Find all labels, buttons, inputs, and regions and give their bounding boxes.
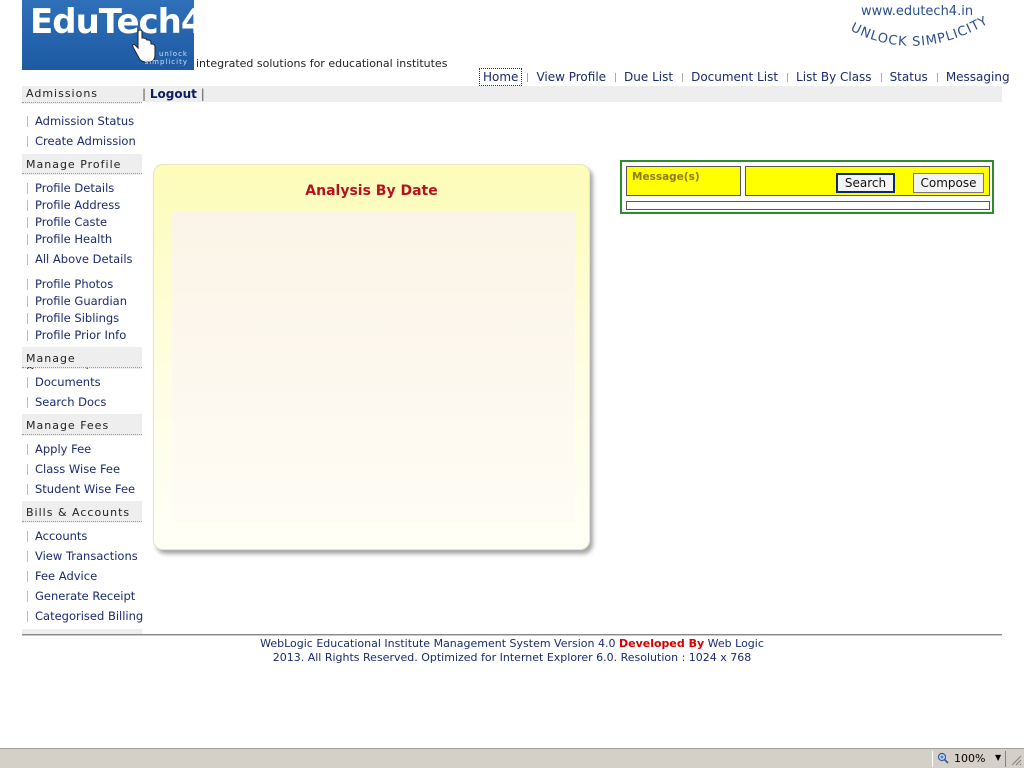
topnav-due-list[interactable]: Due List xyxy=(615,70,682,84)
topnav-messaging[interactable]: Messaging xyxy=(936,70,1019,84)
logout-pipe-left: | xyxy=(142,87,147,101)
message-list[interactable] xyxy=(626,201,990,210)
footer-divider xyxy=(22,634,1002,636)
sidebar-item-profile-caste[interactable]: Profile Caste xyxy=(27,215,107,229)
footer-line-1: WebLogic Educational Institute Managemen… xyxy=(22,637,1002,651)
topnav-list-by-class[interactable]: List By Class xyxy=(787,70,881,84)
sidebar-item-generate-receipt[interactable]: Generate Receipt xyxy=(27,589,135,603)
footer-line-2: 2013. All Rights Reserved. Optimized for… xyxy=(272,651,752,664)
topnav-view-profile[interactable]: View Profile xyxy=(527,70,615,84)
logo-text: EduTech4 xyxy=(30,2,194,42)
sidebar-item-fee-advice[interactable]: Fee Advice xyxy=(27,569,97,583)
topnav-home[interactable]: Home xyxy=(478,68,523,86)
message-label: Message(s) xyxy=(632,171,700,183)
browser-status-bar: 100% ▼ xyxy=(0,748,1024,768)
chevron-down-icon[interactable]: ▼ xyxy=(995,753,1001,762)
footer-developed-by: Developed By xyxy=(619,637,705,650)
zoom-icon xyxy=(937,752,949,764)
message-box: Message(s) Search Compose xyxy=(620,160,994,214)
sidebar-group-manage-document: Documents Search Docs xyxy=(22,369,142,414)
footer-product: WebLogic Educational Institute Managemen… xyxy=(260,637,616,650)
sidebar-group-bills-accounts: Accounts View Transactions Fee Advice Ge… xyxy=(22,523,143,629)
message-label-box: Message(s) xyxy=(626,166,741,196)
compose-button[interactable]: Compose xyxy=(913,173,984,193)
logout-link[interactable]: Logout xyxy=(150,87,197,101)
sidebar-heading-manage-profile: Manage Profile xyxy=(26,158,122,171)
sidebar-heading-admissions: Admissions xyxy=(26,87,99,100)
analysis-panel: Analysis By Date xyxy=(153,164,590,550)
slogan-text: UNLOCK SIMPLICITY xyxy=(848,16,990,50)
footer-company: Web Logic xyxy=(707,637,764,650)
sidebar-item-profile-guardian[interactable]: Profile Guardian xyxy=(27,294,127,308)
sidebar-item-class-wise-fee[interactable]: Class Wise Fee xyxy=(27,462,120,476)
logo-tagline: unlock simplicity xyxy=(145,50,188,66)
zoom-control[interactable]: 100% ▼ xyxy=(932,751,1006,767)
analysis-content-area xyxy=(172,212,575,522)
sidebar-group-manage-fees: Apply Fee Class Wise Fee Student Wise Fe… xyxy=(22,436,142,501)
svg-text:UNLOCK SIMPLICITY: UNLOCK SIMPLICITY xyxy=(848,16,991,50)
sidebar-item-profile-siblings[interactable]: Profile Siblings xyxy=(27,311,119,325)
sidebar-item-all-above-details[interactable]: All Above Details xyxy=(27,252,133,266)
sidebar-item-profile-address[interactable]: Profile Address xyxy=(27,198,120,212)
sidebar: Admissions Admission Status Create Admis… xyxy=(22,86,143,634)
sidebar-item-categorised-billing[interactable]: Categorised Billing xyxy=(27,609,143,623)
sidebar-item-profile-details[interactable]: Profile Details xyxy=(27,181,114,195)
edutech4-logo[interactable]: EduTech4 unlock simplicity xyxy=(22,0,194,70)
sidebar-item-view-transactions[interactable]: View Transactions xyxy=(27,549,138,563)
message-actions: Search Compose xyxy=(745,166,990,196)
sidebar-heading-manage-fees: Manage Fees xyxy=(26,419,110,432)
logout-area: | Logout | xyxy=(142,87,205,101)
topnav-status[interactable]: Status xyxy=(880,70,937,84)
sidebar-item-create-admission[interactable]: Create Admission xyxy=(27,134,136,148)
topnav-document-list[interactable]: Document List xyxy=(682,70,787,84)
analysis-title: Analysis By Date xyxy=(305,183,438,199)
search-button[interactable]: Search xyxy=(836,173,895,193)
sidebar-item-admission-status[interactable]: Admission Status xyxy=(27,114,134,128)
sidebar-item-student-wise-fee[interactable]: Student Wise Fee xyxy=(27,482,135,496)
logo-tag-line2: simplicity xyxy=(144,58,188,66)
site-tagline: integrated solutions for educational ins… xyxy=(196,57,448,70)
sidebar-item-profile-photos[interactable]: Profile Photos xyxy=(27,277,113,291)
logout-pipe-right: | xyxy=(200,87,205,101)
sidebar-item-profile-health[interactable]: Profile Health xyxy=(27,232,112,246)
zoom-level: 100% xyxy=(954,752,986,765)
footer: WebLogic Educational Institute Managemen… xyxy=(22,637,1002,665)
sidebar-heading-bills-accounts: Bills & Accounts xyxy=(26,506,131,519)
logo-tag-line1: unlock xyxy=(158,50,188,58)
sidebar-item-profile-prior-info[interactable]: Profile Prior Info xyxy=(27,328,126,342)
sidebar-group-admissions: Admission Status Create Admission xyxy=(22,104,142,154)
sidebar-item-search-docs[interactable]: Search Docs xyxy=(27,395,106,409)
sidebar-item-documents[interactable]: Documents xyxy=(27,375,101,389)
top-navigation: Home View Profile Due List Document List… xyxy=(478,68,1019,86)
sidebar-group-manage-profile: Profile Details Profile Address Profile … xyxy=(22,175,142,347)
site-slogan: UNLOCK SIMPLICITY xyxy=(848,16,991,50)
sidebar-item-accounts[interactable]: Accounts xyxy=(27,529,87,543)
sidebar-item-apply-fee[interactable]: Apply Fee xyxy=(27,442,91,456)
resize-grip-icon[interactable] xyxy=(1010,754,1022,766)
